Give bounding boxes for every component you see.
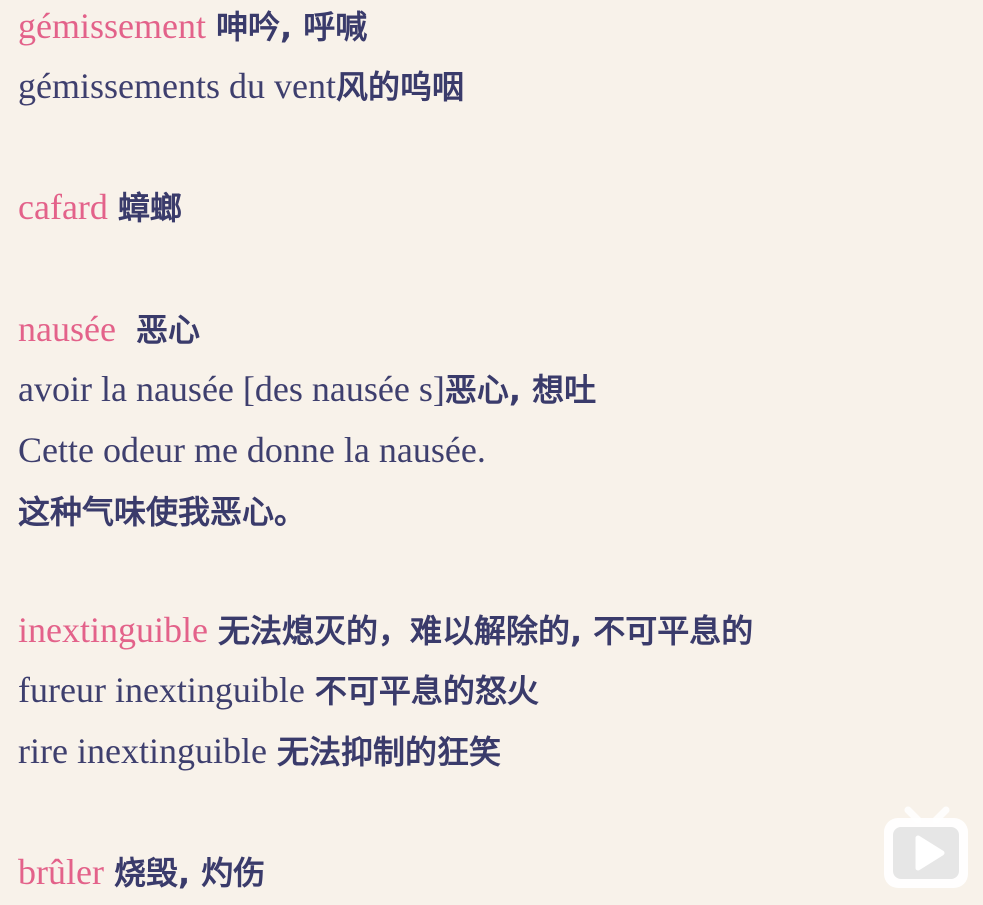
example-chinese: 无法抑制的狂笑: [276, 733, 501, 771]
example-chinese: 这种气味使我恶心。: [18, 493, 307, 531]
entry-inextinguible: inextinguible 无法熄灭的，难以解除的, 不可平息的: [18, 608, 753, 652]
term-word: inextinguible: [18, 610, 208, 650]
term-meaning: 呻吟, 呼喊: [215, 8, 368, 46]
example-line: gémissements du vent风的呜咽: [18, 64, 464, 108]
term-word: brûler: [18, 852, 104, 892]
vocabulary-page: gémissement 呻吟, 呼喊 gémissements du vent风的…: [0, 0, 983, 905]
term-meaning: 烧毁, 灼伤: [113, 854, 266, 892]
term-word: gémissement: [18, 6, 206, 46]
play-icon[interactable]: [880, 796, 972, 892]
entry-gemissement: gémissement 呻吟, 呼喊: [18, 4, 367, 48]
term-meaning: 无法熄灭的，难以解除的, 不可平息的: [217, 612, 754, 650]
example-french: avoir la nausée [des nausée s]: [18, 369, 445, 409]
example-french: fureur inextinguible: [18, 670, 305, 710]
example-chinese: 不可平息的怒火: [314, 672, 539, 710]
example-line: Cette odeur me donne la nausée.: [18, 428, 486, 472]
term-meaning: 蟑螂: [117, 189, 182, 227]
example-line: 这种气味使我恶心。: [18, 489, 306, 533]
example-chinese: 恶心, 想吐: [444, 371, 597, 409]
entry-cafard: cafard 蟑螂: [18, 185, 182, 229]
term-word: cafard: [18, 187, 108, 227]
example-french: Cette odeur me donne la nausée.: [18, 430, 486, 470]
entry-bruler: brûler 烧毁, 灼伤: [18, 850, 265, 894]
example-french: gémissements du vent: [18, 66, 336, 106]
example-chinese: 风的呜咽: [335, 68, 464, 106]
example-french: rire inextinguible: [18, 731, 267, 771]
example-line: fureur inextinguible 不可平息的怒火: [18, 668, 539, 712]
example-line: rire inextinguible 无法抑制的狂笑: [18, 729, 501, 773]
entry-nausee: nausée 恶心: [18, 307, 200, 351]
term-meaning: 恶心: [135, 311, 200, 349]
play-icon-graphic: [884, 806, 968, 888]
example-line: avoir la nausée [des nausée s]恶心, 想吐: [18, 367, 596, 411]
term-word: nausée: [18, 309, 116, 349]
